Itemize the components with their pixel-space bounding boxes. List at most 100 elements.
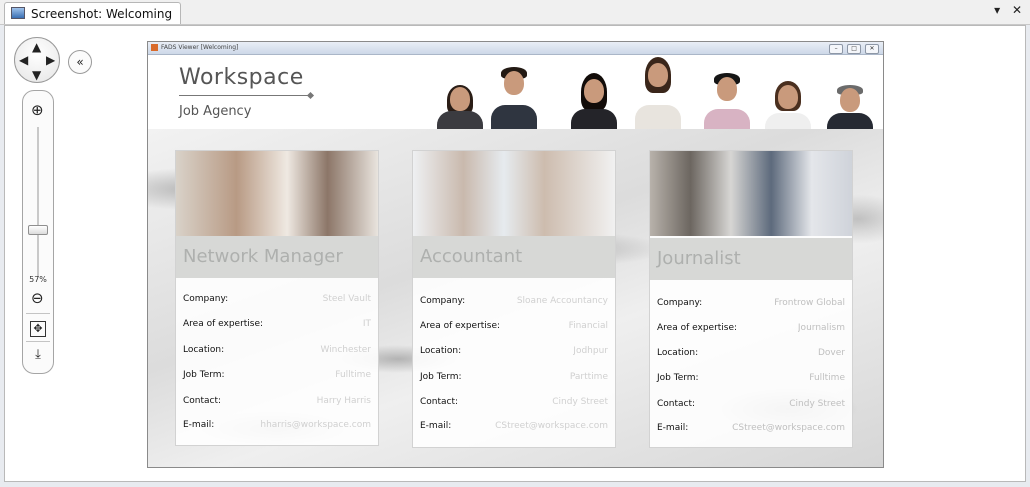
job-title: Network Manager [176,236,378,278]
field-row: Contact: Cindy Street [420,394,608,410]
minimize-button[interactable]: – [829,44,844,54]
toolbar-divider [26,341,50,342]
field-value: Frontrow Global [774,298,845,308]
job-photo [413,151,615,236]
field-value: Financial [568,321,608,331]
job-title: Accountant [413,236,615,278]
pan-down-icon[interactable]: ▼ [32,69,41,81]
app-title: FADS Viewer [Welcoming] [161,44,239,51]
dropdown-icon[interactable]: ▾ [994,3,1000,17]
field-label: Area of expertise: [657,323,738,333]
staff-banner-image [433,55,883,129]
person-photo [761,81,815,129]
fit-to-window-icon[interactable]: ✥ [30,321,46,337]
job-title: Journalist [650,238,852,280]
job-photo [176,151,378,236]
field-value: Harry Harris [316,396,371,406]
zoom-slider-track[interactable] [37,127,39,277]
pan-up-icon[interactable]: ▲ [32,41,41,53]
field-value: Parttime [569,372,608,382]
person-photo [433,83,487,129]
tab-label: Screenshot: Welcoming [31,7,173,21]
person-photo [487,67,541,129]
field-label: Company: [420,296,466,306]
field-label: Location: [183,345,225,355]
field-value: IT [362,319,371,329]
field-row: Area of expertise: Financial [420,318,608,334]
toolbar-divider [26,313,50,314]
field-label: Job Term: [183,370,225,380]
pan-left-icon[interactable]: ◀ [19,54,28,66]
person-photo [567,73,621,129]
field-label: E-mail: [183,420,215,430]
field-row: E-mail: hharris@workspace.com [183,417,371,433]
window-buttons: – □ ✕ [827,43,879,55]
collapse-panel-icon[interactable]: « [68,50,92,74]
field-row: E-mail: CStreet@workspace.com [657,420,845,436]
title-underline [179,95,311,96]
field-value: Journalism [797,323,845,333]
tab-screenshot-welcoming[interactable]: Screenshot: Welcoming [4,2,182,24]
field-row: Contact: Harry Harris [183,393,371,409]
field-value: Jodhpur [573,346,608,356]
field-row: Company: Frontrow Global [657,295,845,311]
field-row: Contact: Cindy Street [657,396,845,412]
zoom-slider-thumb[interactable] [28,225,48,235]
field-row: Company: Steel Vault [183,291,371,307]
field-row: Company: Sloane Accountancy [420,293,608,309]
field-label: Job Term: [420,372,462,382]
field-value: Dover [818,348,845,358]
field-label: Location: [420,346,462,356]
person-photo [700,73,754,129]
field-value: Steel Vault [322,294,371,304]
field-label: Area of expertise: [420,321,501,331]
zoom-toolbar: ⊕ 57% ⊖ ✥ ⤓ [22,90,54,374]
field-value[interactable]: CStreet@workspace.com [732,420,845,436]
job-photo [650,151,852,236]
field-label: Company: [183,294,229,304]
field-row: Area of expertise: IT [183,316,371,332]
pan-right-icon[interactable]: ▶ [46,54,55,66]
person-photo [631,57,685,129]
page-title: Workspace [179,65,304,90]
field-label: Location: [657,348,699,358]
field-row: Job Term: Fulltime [657,370,845,386]
field-row: E-mail: CStreet@workspace.com [420,418,608,434]
field-label: E-mail: [420,421,452,431]
field-label: Contact: [183,396,222,406]
field-row: Location: Winchester [183,342,371,358]
field-value: Cindy Street [789,399,845,409]
field-value: Fulltime [335,370,371,380]
marble-background: Network Manager Company: Steel Vault Area… [148,129,883,467]
field-label: Area of expertise: [183,319,264,329]
close-icon[interactable]: ✕ [1012,3,1022,17]
person-photo [823,85,877,129]
field-row: Area of expertise: Journalism [657,320,845,336]
field-value[interactable]: hharris@workspace.com [260,417,371,433]
field-row: Job Term: Parttime [420,369,608,385]
app-header: Workspace Job Agency [148,55,883,129]
document-tabstrip: Screenshot: Welcoming ▾ ✕ [0,0,1030,25]
field-value: Winchester [320,345,371,355]
field-row: Job Term: Fulltime [183,367,371,383]
page-subtitle: Job Agency [179,104,252,119]
field-value: Fulltime [809,373,845,383]
close-button[interactable]: ✕ [865,44,879,54]
maximize-button[interactable]: □ [847,44,862,54]
field-label: Job Term: [657,373,699,383]
app-titlebar: FADS Viewer [Welcoming] – □ ✕ [148,42,883,55]
app-window: FADS Viewer [Welcoming] – □ ✕ Workspace … [147,41,884,468]
job-card[interactable]: Accountant Company: Sloane Accountancy Ar… [412,150,616,448]
pan-control[interactable]: ▲ ◀ ▶ ▼ [14,37,60,83]
field-value: Cindy Street [552,397,608,407]
job-card[interactable]: Network Manager Company: Steel Vault Area… [175,150,379,446]
zoom-out-icon[interactable]: ⊖ [31,289,44,307]
zoom-in-icon[interactable]: ⊕ [31,101,44,119]
field-value[interactable]: CStreet@workspace.com [495,418,608,434]
field-row: Location: Jodhpur [420,343,608,359]
field-label: Company: [657,298,703,308]
zoom-percent: 57% [29,275,47,284]
export-icon[interactable]: ⤓ [30,347,46,363]
job-card[interactable]: Journalist Company: Frontrow Global Area … [649,150,853,448]
app-icon [151,44,158,51]
